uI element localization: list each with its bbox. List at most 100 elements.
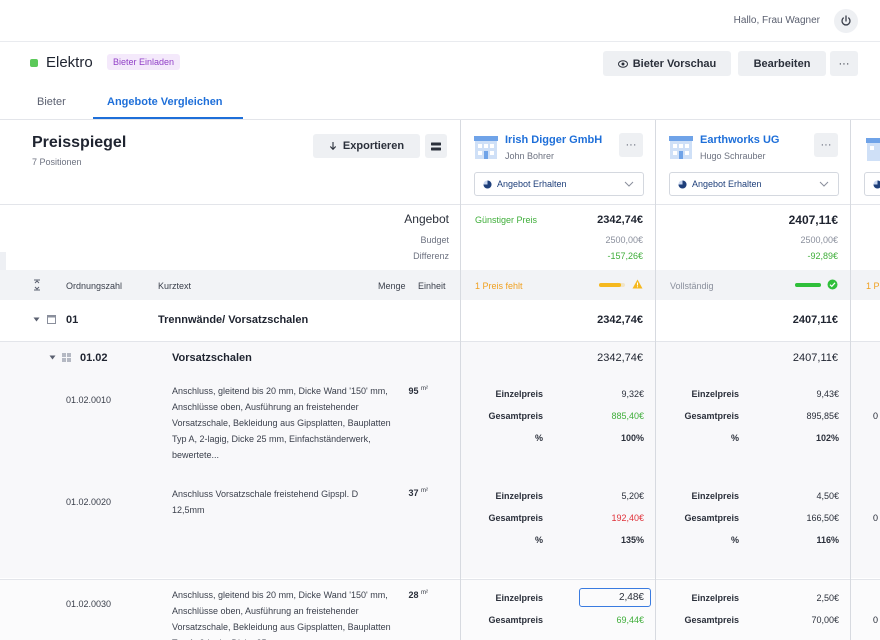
bidder-status-select[interactable]: Angebot Erhalten bbox=[474, 172, 644, 196]
item-1-bidder-2-percent: 102% bbox=[815, 433, 839, 443]
tab-compare-offers[interactable]: Angebote Vergleichen bbox=[107, 96, 223, 108]
bidder-1-total: 2342,74€ bbox=[597, 214, 643, 226]
column-header-ordnungszahl[interactable]: Ordnungszahl bbox=[66, 281, 122, 291]
building-icon bbox=[669, 136, 693, 159]
bidder-contact: John Bohrer bbox=[505, 151, 555, 161]
bidder-more-button[interactable]: ··· bbox=[814, 133, 838, 157]
item-1-bidder-1-percent: 100% bbox=[620, 433, 644, 443]
edit-button[interactable]: Bearbeiten bbox=[738, 51, 826, 76]
group-01-title: Trennwände/ Vorsatzschalen bbox=[158, 314, 309, 326]
total-price-label: Gesamtpreis bbox=[684, 513, 739, 523]
bidder-name[interactable]: Irish Digger GmbH bbox=[505, 134, 602, 146]
building-icon bbox=[866, 138, 880, 161]
group-row-01-02[interactable] bbox=[0, 342, 880, 374]
divider bbox=[0, 204, 880, 205]
item-2-bidder-1-unit-price: 5,20€ bbox=[621, 491, 644, 501]
item-3-bidder-1-unit-price-input[interactable]: 2,48€ bbox=[579, 588, 651, 607]
bidder-card-irish-digger: Irish Digger GmbH John Bohrer ··· Angebo… bbox=[461, 120, 655, 204]
unit-price-label: Einzelpreis bbox=[495, 389, 543, 399]
column-header-menge[interactable]: Menge bbox=[378, 281, 406, 291]
eye-icon bbox=[617, 59, 628, 68]
percent-label: % bbox=[534, 535, 543, 545]
pie-status-icon bbox=[483, 179, 492, 189]
item-3-unit: m² bbox=[421, 590, 428, 596]
bidder-2-completeness-bar bbox=[795, 283, 821, 287]
item-2-bidder-2-unit-price: 4,50€ bbox=[816, 491, 839, 501]
project-status-dot bbox=[30, 59, 38, 67]
user-greeting: Hallo, Frau Wagner bbox=[733, 15, 820, 26]
bidder-preview-label: Bieter Vorschau bbox=[632, 57, 717, 70]
bidder-1-difference: -157,26€ bbox=[607, 251, 643, 261]
best-price-label: Günstiger Preis bbox=[475, 215, 538, 225]
item-3-bidder-1-total-price: 69,44€ bbox=[616, 615, 644, 625]
group-01-02-title: Vorsatzschalen bbox=[172, 352, 252, 364]
pie-status-icon bbox=[678, 179, 687, 189]
bidder-3-value-partial: 0 bbox=[873, 615, 879, 625]
left-edge-strip bbox=[0, 252, 6, 272]
folder-icon bbox=[47, 315, 56, 324]
percent-label: % bbox=[730, 535, 739, 545]
item-3-description: Anschluss, gleitend bis 20 mm, Dicke Wan… bbox=[172, 590, 391, 640]
layout-toggle-button[interactable] bbox=[425, 134, 447, 158]
bidder-name[interactable]: Earthworks UG bbox=[700, 134, 779, 146]
active-tab-indicator bbox=[93, 117, 243, 119]
expand-collapse-icon[interactable] bbox=[33, 279, 41, 291]
preisspiegel-title: Preisspiegel bbox=[32, 134, 127, 151]
project-header: Elektro Bieter Einladen Bieter Vorschau … bbox=[0, 42, 880, 120]
item-1-quantity: 95 m² bbox=[390, 386, 428, 396]
total-price-label: Gesamtpreis bbox=[488, 513, 543, 523]
bidder-status-select-partial[interactable] bbox=[864, 172, 880, 196]
bidder-more-button[interactable]: ··· bbox=[619, 133, 643, 157]
item-2-bidder-1-percent: 135% bbox=[620, 535, 644, 545]
building-icon bbox=[474, 136, 498, 159]
item-2-quantity: 37 m² bbox=[390, 488, 428, 498]
item-3-bidder-2-unit-price: 2,50€ bbox=[816, 593, 839, 603]
price-comparison-area: Preisspiegel 7 Positionen Exportieren Ir… bbox=[0, 120, 880, 640]
bidder-2-budget: 2500,00€ bbox=[800, 235, 838, 245]
item-2-bidder-1-total-price: 192,40€ bbox=[611, 513, 644, 523]
group-01-02-total-bidder-2: 2407,11€ bbox=[792, 352, 838, 364]
bidder-3-value-partial: 0 bbox=[873, 513, 879, 523]
summary-label-difference: Differenz bbox=[413, 251, 449, 261]
project-title: Elektro bbox=[46, 54, 93, 71]
bidder-2-total: 2407,11€ bbox=[788, 213, 838, 227]
power-icon bbox=[841, 15, 851, 26]
tab-bieter[interactable]: Bieter bbox=[37, 96, 66, 108]
export-button[interactable]: Exportieren bbox=[313, 134, 420, 158]
column-header-kurztext[interactable]: Kurztext bbox=[158, 281, 191, 291]
item-1-bidder-1-total-price: 885,40€ bbox=[611, 411, 644, 421]
percent-label: % bbox=[730, 433, 739, 443]
logout-button[interactable] bbox=[834, 9, 858, 33]
item-2-description: Anschluss Vorsatzschale freistehend Gips… bbox=[172, 489, 359, 515]
item-2-unit: m² bbox=[421, 488, 428, 494]
positions-count: 7 Positionen bbox=[32, 157, 82, 167]
unit-price-label: Einzelpreis bbox=[691, 389, 739, 399]
caret-down-icon[interactable] bbox=[49, 355, 56, 360]
unit-price-label: Einzelpreis bbox=[495, 491, 543, 501]
unit-price-label: Einzelpreis bbox=[691, 491, 739, 501]
column-header-einheit[interactable]: Einheit bbox=[418, 281, 446, 291]
bidder-status-label: Angebot Erhalten bbox=[497, 179, 567, 189]
top-bar: Hallo, Frau Wagner bbox=[0, 0, 880, 42]
total-price-label: Gesamtpreis bbox=[488, 615, 543, 625]
bidder-status-select[interactable]: Angebot Erhalten bbox=[669, 172, 839, 196]
column-divider bbox=[850, 120, 851, 640]
item-2-bidder-2-percent: 116% bbox=[816, 535, 839, 545]
chevron-down-icon bbox=[819, 181, 829, 187]
group-row-01[interactable] bbox=[0, 300, 880, 342]
warning-icon bbox=[632, 279, 643, 289]
more-options-button[interactable]: ··· bbox=[830, 51, 858, 76]
summary-label-budget: Budget bbox=[420, 235, 449, 245]
percent-label: % bbox=[534, 433, 543, 443]
item-1-description: Anschluss, gleitend bis 20 mm, Dicke Wan… bbox=[172, 386, 391, 460]
invite-bidders-badge[interactable]: Bieter Einladen bbox=[107, 54, 181, 70]
bidder-1-completeness: 1 Preis fehlt bbox=[475, 281, 523, 291]
item-2-qty-value: 37 bbox=[408, 488, 419, 498]
bidder-preview-button[interactable]: Bieter Vorschau bbox=[603, 51, 731, 76]
grid-icon bbox=[62, 353, 71, 362]
bidder-3-value-partial: 0 bbox=[873, 411, 879, 421]
bidder-3-completeness-partial: 1 P bbox=[866, 281, 880, 291]
bidder-status-label: Angebot Erhalten bbox=[692, 179, 762, 189]
item-3-quantity: 28 m² bbox=[390, 590, 428, 600]
caret-down-icon[interactable] bbox=[33, 317, 40, 322]
